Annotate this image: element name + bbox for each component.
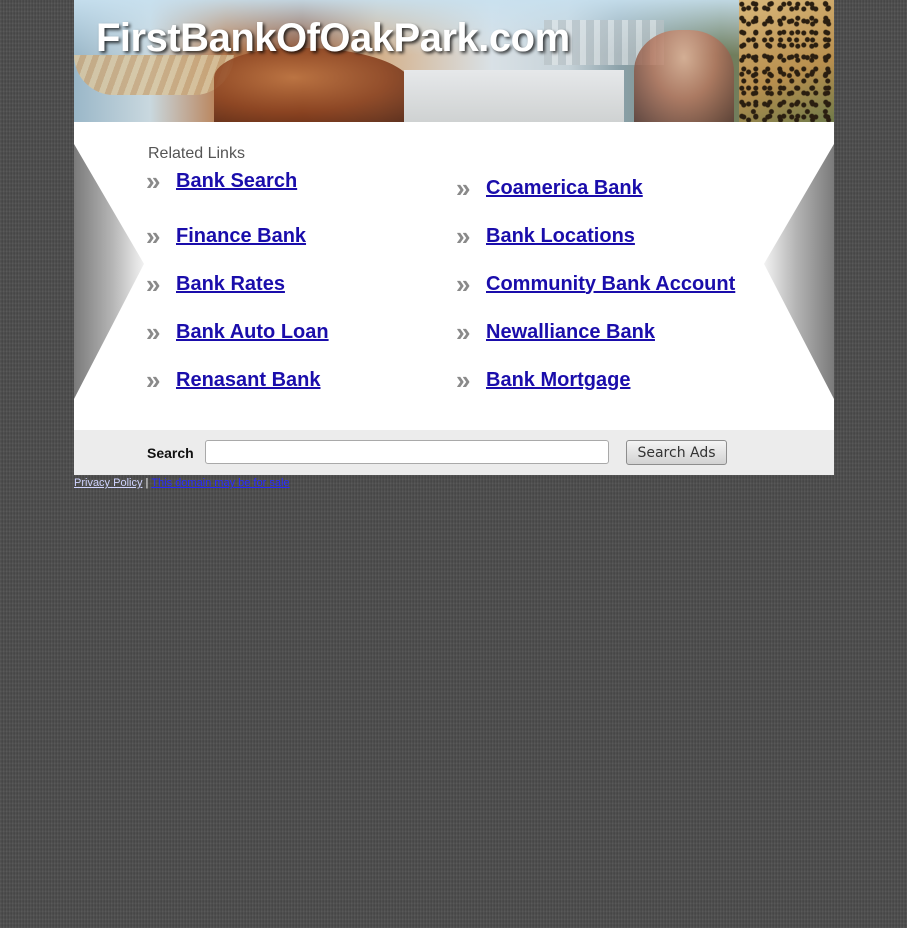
related-link-item: » Finance Bank bbox=[146, 222, 306, 250]
related-link-item: » Newalliance Bank bbox=[456, 318, 655, 346]
double-chevron-right-icon: » bbox=[146, 166, 161, 196]
banner-cheetah-image bbox=[739, 0, 834, 122]
related-link[interactable]: Finance Bank bbox=[176, 225, 306, 248]
banner-beach-image bbox=[404, 70, 624, 122]
double-chevron-right-icon: » bbox=[146, 269, 161, 299]
domain-for-sale-link[interactable]: This domain may be for sale bbox=[151, 477, 289, 489]
related-link[interactable]: Community Bank Account bbox=[486, 273, 735, 296]
related-links-panel: Related Links » Bank Search » Finance Ba… bbox=[74, 122, 834, 430]
double-chevron-right-icon: » bbox=[456, 221, 471, 251]
related-link-item: » Community Bank Account bbox=[456, 270, 735, 298]
double-chevron-right-icon: » bbox=[146, 317, 161, 347]
header-banner: FirstBankOfOakPark.com bbox=[74, 0, 834, 122]
privacy-policy-link[interactable]: Privacy Policy bbox=[74, 477, 142, 489]
double-chevron-right-icon: » bbox=[456, 317, 471, 347]
search-label: Search bbox=[147, 445, 194, 461]
double-chevron-right-icon: » bbox=[456, 173, 471, 203]
banner-hammock-image bbox=[74, 55, 234, 95]
related-link[interactable]: Bank Auto Loan bbox=[176, 321, 329, 344]
related-link-item: » Bank Mortgage bbox=[456, 366, 630, 394]
related-link[interactable]: Bank Search bbox=[176, 170, 297, 193]
banner-couple-image bbox=[634, 30, 734, 122]
page-container: FirstBankOfOakPark.com Related Links » B… bbox=[74, 0, 834, 494]
related-link[interactable]: Renasant Bank bbox=[176, 369, 321, 392]
related-link-item: » Bank Search bbox=[146, 167, 297, 195]
search-ads-button[interactable]: Search Ads bbox=[626, 440, 727, 465]
related-link[interactable]: Bank Rates bbox=[176, 273, 285, 296]
related-link[interactable]: Coamerica Bank bbox=[486, 177, 643, 200]
related-link[interactable]: Bank Mortgage bbox=[486, 369, 630, 392]
related-link-item: » Coamerica Bank bbox=[456, 174, 643, 202]
related-link-item: » Bank Auto Loan bbox=[146, 318, 329, 346]
right-arrow-decoration bbox=[764, 144, 834, 399]
related-link[interactable]: Newalliance Bank bbox=[486, 321, 655, 344]
left-arrow-decoration bbox=[74, 144, 144, 399]
double-chevron-right-icon: » bbox=[146, 221, 161, 251]
related-link-item: » Bank Rates bbox=[146, 270, 285, 298]
footer-separator: | bbox=[145, 477, 149, 489]
double-chevron-right-icon: » bbox=[146, 365, 161, 395]
related-link-item: » Renasant Bank bbox=[146, 366, 321, 394]
double-chevron-right-icon: » bbox=[456, 269, 471, 299]
search-bar: Search Search Ads bbox=[74, 430, 834, 475]
site-title: FirstBankOfOakPark.com bbox=[96, 16, 570, 60]
search-input[interactable] bbox=[205, 440, 609, 464]
related-links-heading: Related Links bbox=[148, 145, 245, 162]
related-link-item: » Bank Locations bbox=[456, 222, 635, 250]
footer: Privacy Policy | This domain may be for sa… bbox=[74, 475, 834, 494]
related-link[interactable]: Bank Locations bbox=[486, 225, 635, 248]
double-chevron-right-icon: » bbox=[456, 365, 471, 395]
